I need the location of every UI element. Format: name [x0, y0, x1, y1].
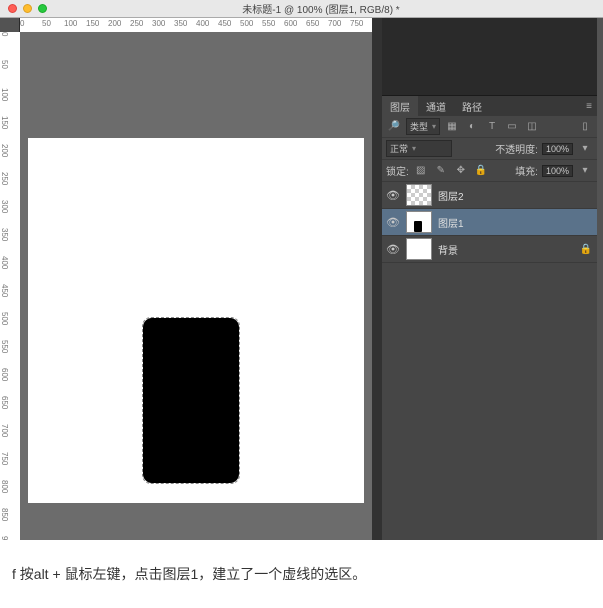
blend-opacity-row: 正常▾ 不透明度: 100% ▾: [382, 138, 597, 160]
ruler-tick: 450: [0, 284, 9, 297]
layer-row[interactable]: 👁 图层1: [382, 209, 597, 236]
main-area: 0501001502002503003504004505005506006507…: [0, 18, 603, 540]
ruler-tick: 200: [108, 19, 121, 28]
ruler-tick: 550: [262, 19, 275, 28]
window-controls: [8, 4, 47, 13]
layer-name[interactable]: 图层2: [438, 188, 464, 203]
filter-toggle-icon[interactable]: ▯: [577, 119, 593, 135]
lock-pixels-icon[interactable]: ✎: [433, 163, 449, 179]
ruler-tick: 600: [284, 19, 297, 28]
lock-label: 锁定:: [386, 163, 409, 178]
ruler-tick: 50: [0, 60, 9, 69]
ruler-tick: 700: [328, 19, 341, 28]
visibility-eye-icon[interactable]: 👁: [386, 189, 400, 202]
filter-search-icon[interactable]: 🔎: [386, 119, 402, 135]
blend-mode-select[interactable]: 正常▾: [386, 140, 452, 157]
instruction-caption: f 按alt + 鼠标左键，点击图层1，建立了一个虚线的选区。: [0, 540, 603, 608]
tab-channels[interactable]: 通道: [418, 96, 454, 116]
tab-paths[interactable]: 路径: [454, 96, 490, 116]
fill-value[interactable]: 100%: [542, 165, 573, 177]
ruler-tick: 400: [196, 19, 209, 28]
ruler-tick: 50: [42, 19, 51, 28]
panels-stack: 图层 通道 路径 ≡ 🔎 类型▾ ▦ ◐ T ▭ ◫: [382, 18, 597, 540]
ruler-tick: 350: [174, 19, 187, 28]
layer-row[interactable]: 👁 图层2: [382, 182, 597, 209]
filter-adjust-icon[interactable]: ◐: [464, 119, 480, 135]
filter-shape-icon[interactable]: ▭: [504, 119, 520, 135]
tab-layers[interactable]: 图层: [382, 96, 418, 116]
ruler-tick: 350: [0, 228, 9, 241]
ruler-horizontal: 0 50 100 150 200 250 300 350 400 450 500 550 600 650 7…: [20, 18, 372, 32]
ruler-tick: 400: [0, 256, 9, 269]
ruler-tick: 250: [0, 172, 9, 185]
lock-position-icon[interactable]: ✥: [453, 163, 469, 179]
ruler-tick: 650: [0, 396, 9, 409]
close-icon[interactable]: [8, 4, 17, 13]
titlebar: 未标题-1 @ 100% (图层1, RGB/8) *: [0, 0, 603, 18]
ruler-tick: 900: [0, 536, 9, 540]
visibility-eye-icon[interactable]: 👁: [386, 243, 400, 256]
photoshop-window: 未标题-1 @ 100% (图层1, RGB/8) * 0 50 100 150 200…: [0, 0, 603, 540]
maximize-icon[interactable]: [38, 4, 47, 13]
ruler-tick: 450: [218, 19, 231, 28]
fill-label: 填充:: [515, 163, 538, 178]
ruler-tick: 300: [0, 200, 9, 213]
layer-thumbnail[interactable]: [406, 184, 432, 206]
panel-menu-icon[interactable]: ≡: [581, 101, 597, 112]
ruler-tick: 200: [0, 144, 9, 157]
layers-panel: 图层 通道 路径 ≡ 🔎 类型▾ ▦ ◐ T ▭ ◫: [382, 96, 597, 263]
left-strip: 0 50 100 150 200 250 300 350 400 450 500 550 600 650 7…: [0, 18, 20, 540]
ruler-tick: 800: [0, 480, 9, 493]
layer-filter-row: 🔎 类型▾ ▦ ◐ T ▭ ◫ ▯: [382, 116, 597, 138]
ruler-tick: 500: [0, 312, 9, 325]
ruler-tick: 850: [0, 508, 9, 521]
layer-thumbnail[interactable]: [406, 211, 432, 233]
lock-fill-row: 锁定: ▨ ✎ ✥ 🔒 填充: 100% ▾: [382, 160, 597, 182]
minimize-icon[interactable]: [23, 4, 32, 13]
ruler-tick: 700: [0, 424, 9, 437]
layers-list: 👁 图层2 👁 图层1 👁 背景 🔒: [382, 182, 597, 263]
ruler-tick: 100: [0, 88, 9, 101]
ruler-tick: 600: [0, 368, 9, 381]
ruler-tick: 750: [0, 452, 9, 465]
layer-name[interactable]: 背景: [438, 242, 458, 257]
opacity-value[interactable]: 100%: [542, 143, 573, 155]
layer-name[interactable]: 图层1: [438, 215, 464, 230]
lock-all-icon[interactable]: 🔒: [473, 163, 489, 179]
ruler-tick: 100: [64, 19, 77, 28]
ruler-tick: 0: [20, 19, 24, 28]
lock-transparent-icon[interactable]: ▨: [413, 163, 429, 179]
lock-icon[interactable]: 🔒: [579, 244, 593, 255]
filter-type-icon[interactable]: T: [484, 119, 500, 135]
chevron-down-icon[interactable]: ▾: [577, 163, 593, 179]
ruler-tick: 650: [306, 19, 319, 28]
ruler-tick: 250: [130, 19, 143, 28]
black-rounded-rect-shape: [143, 318, 239, 483]
artboard[interactable]: [28, 138, 364, 503]
right-sidebar: 图层 通道 路径 ≡ 🔎 类型▾ ▦ ◐ T ▭ ◫: [372, 18, 597, 540]
canvas-area[interactable]: 0 50 100 150 200 250 300 350 400 450 500 550 600 650 7…: [20, 18, 372, 540]
ruler-vertical: 0 50 100 150 200 250 300 350 400 450 500 550 600 650 7…: [0, 32, 20, 540]
ruler-tick: 0: [0, 32, 9, 36]
filter-image-icon[interactable]: ▦: [444, 119, 460, 135]
panel-gutter: [372, 18, 382, 540]
selection-marquee: [142, 317, 240, 484]
ruler-tick: 300: [152, 19, 165, 28]
document-title: 未标题-1 @ 100% (图层1, RGB/8) *: [47, 1, 595, 16]
ruler-tick: 150: [0, 116, 9, 129]
chevron-down-icon[interactable]: ▾: [577, 141, 593, 157]
layer-thumbnail[interactable]: [406, 238, 432, 260]
panel-tabs: 图层 通道 路径 ≡: [382, 96, 597, 116]
collapsed-panel[interactable]: [382, 18, 597, 96]
ruler-tick: 150: [86, 19, 99, 28]
ruler-tick: 550: [0, 340, 9, 353]
opacity-label: 不透明度:: [495, 141, 538, 156]
filter-type-select[interactable]: 类型▾: [406, 118, 440, 135]
ruler-tick: 750: [350, 19, 363, 28]
filter-smart-icon[interactable]: ◫: [524, 119, 540, 135]
visibility-eye-icon[interactable]: 👁: [386, 216, 400, 229]
layer-row[interactable]: 👁 背景 🔒: [382, 236, 597, 263]
ruler-tick: 500: [240, 19, 253, 28]
